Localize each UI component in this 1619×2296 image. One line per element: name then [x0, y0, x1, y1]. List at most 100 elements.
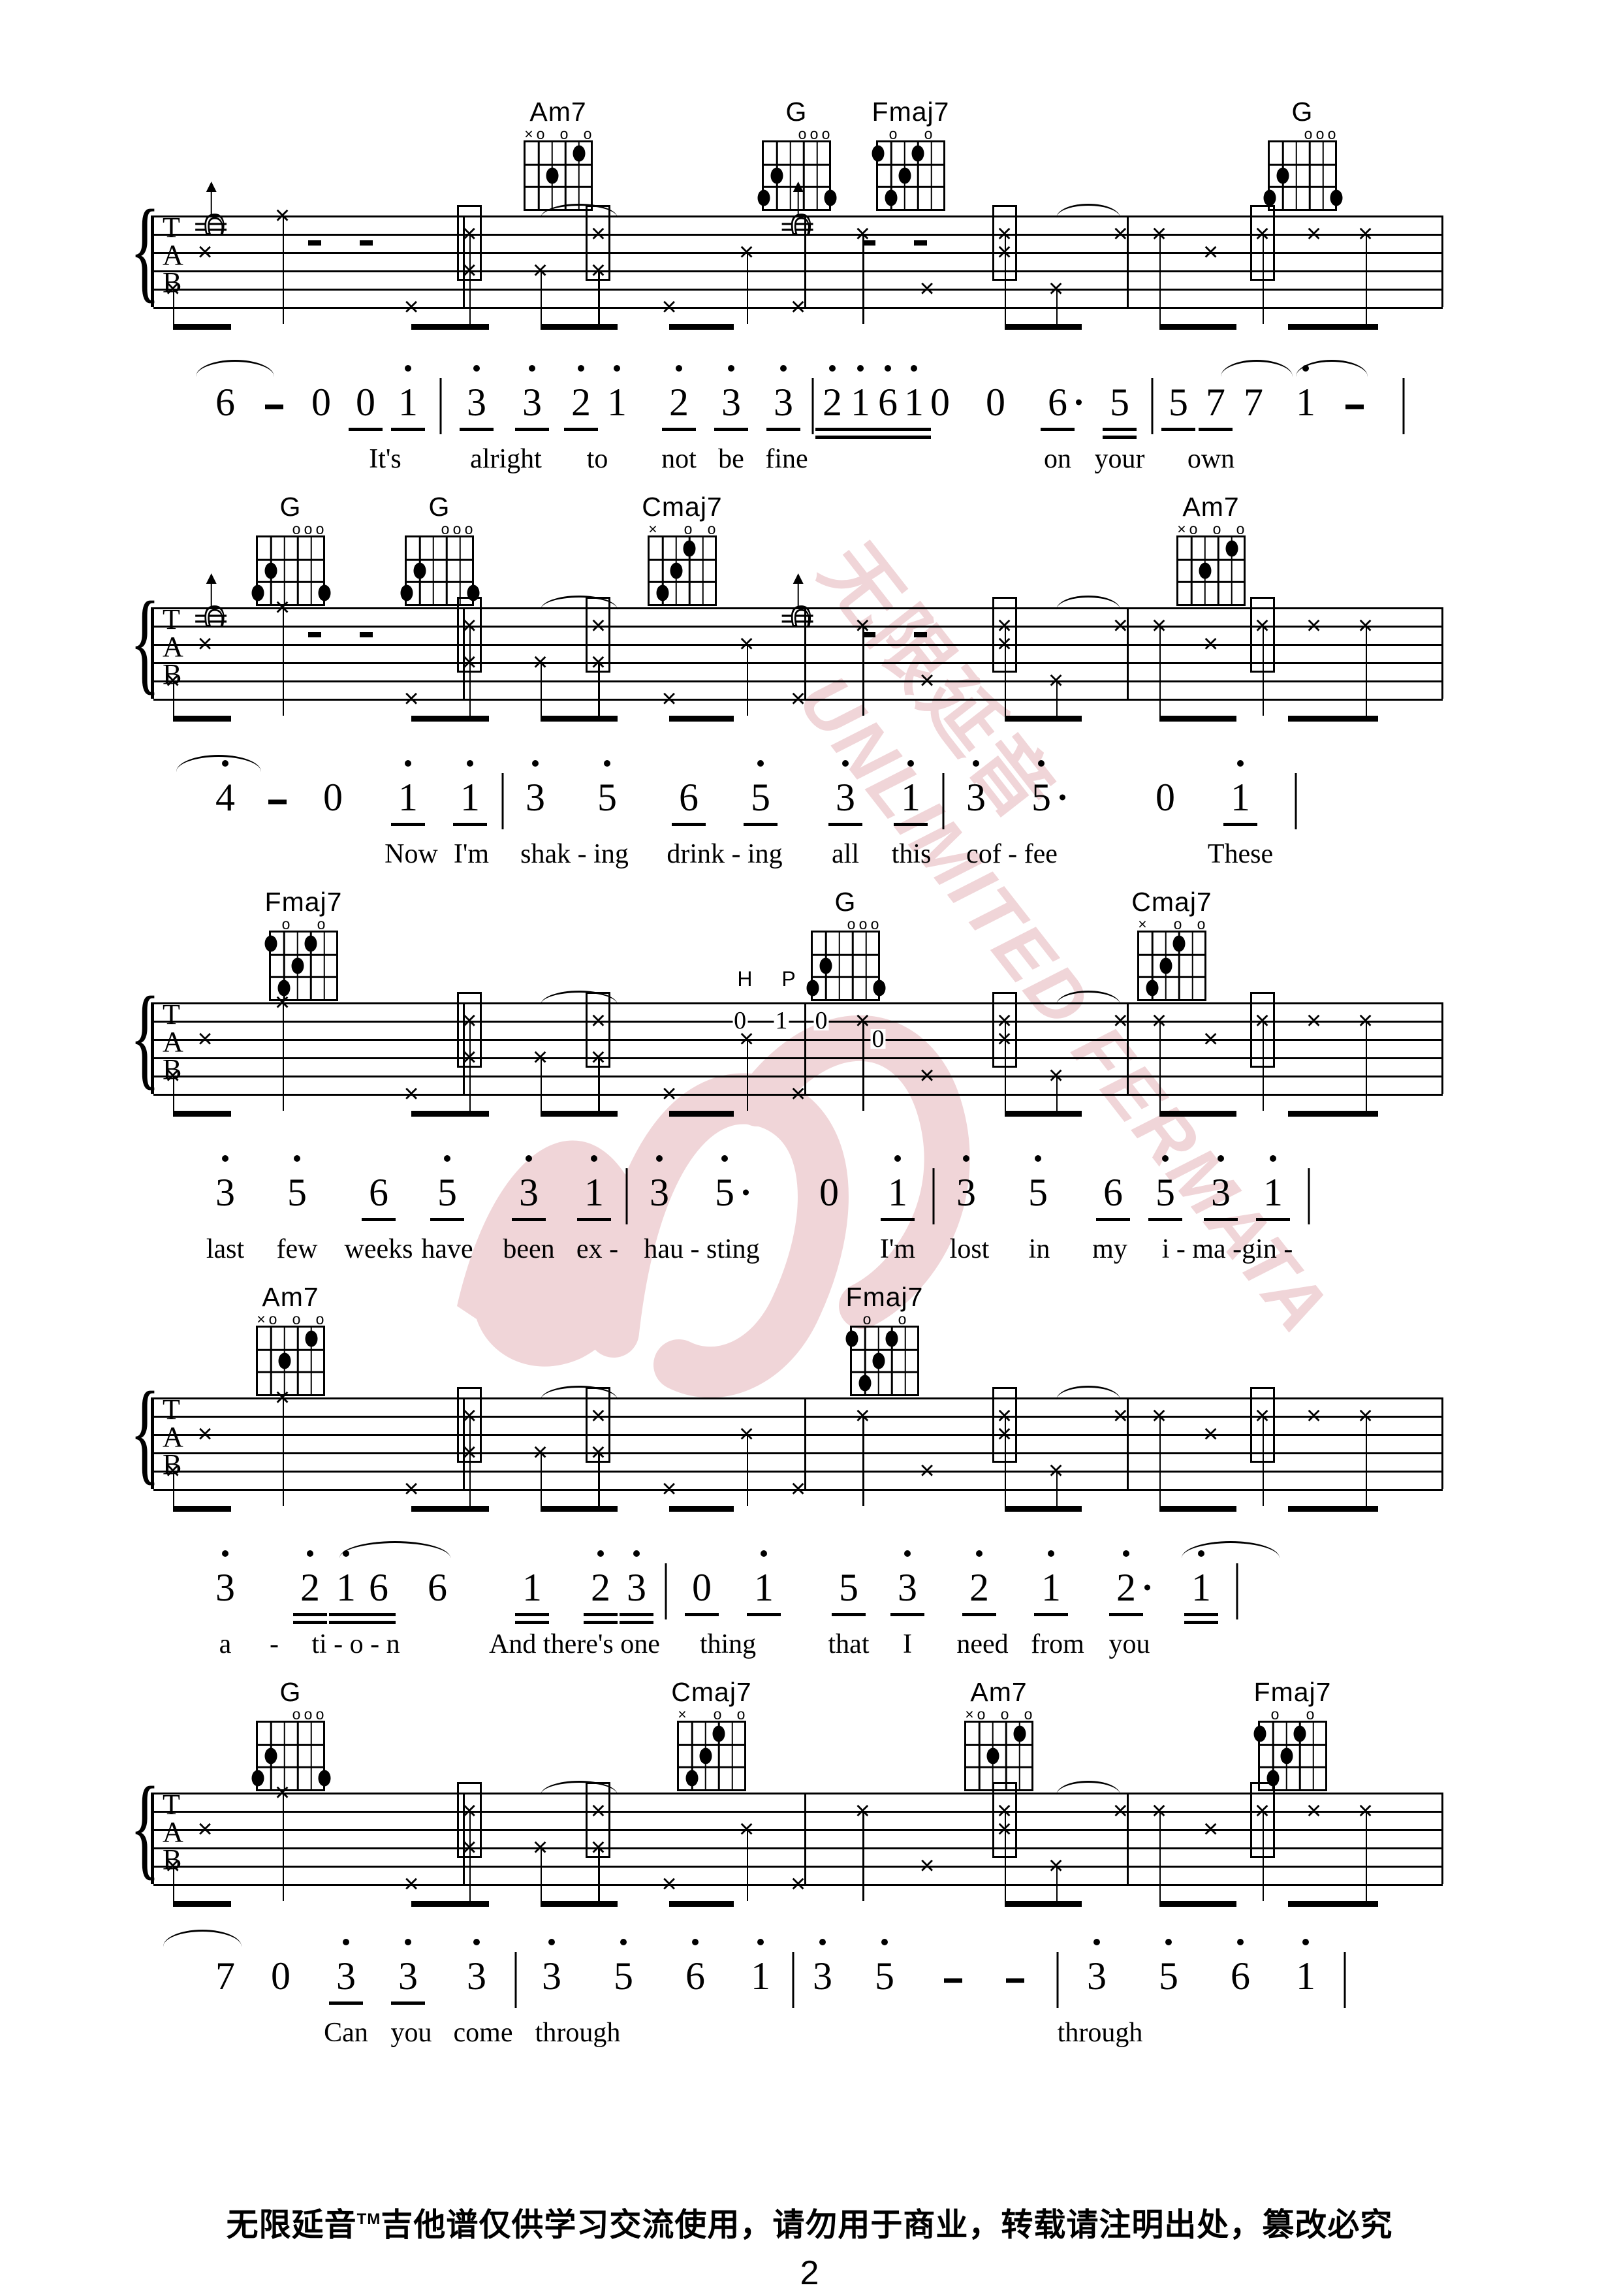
lyric-text: in [1028, 1234, 1050, 1264]
lyric-text: through [1057, 2018, 1143, 2048]
jianpu-beam-underline [620, 1621, 653, 1624]
jianpu-note: 7 [215, 1956, 235, 1996]
jianpu-note-number: 0 [356, 381, 375, 424]
chord-fretboard-grid [872, 140, 945, 211]
lyric-text: shak - ing [520, 839, 629, 869]
note-stem [746, 644, 749, 716]
jianpu-note: 6 [1048, 382, 1082, 423]
jianpu-note-number: 2 [969, 1550, 989, 1608]
chord-finger-dot [1263, 189, 1276, 206]
chord-diagram-g[interactable]: Gooo [1260, 98, 1345, 211]
note-stem [746, 1039, 749, 1111]
chord-name-label: Am7 [529, 97, 587, 127]
jianpu-beam-underline [890, 1613, 924, 1616]
chord-diagram-am7[interactable]: Am7 × o o o [248, 1283, 333, 1396]
note-stem [746, 1829, 749, 1901]
open-string-marker-icon: o [1173, 916, 1182, 933]
chord-diagram-g[interactable]: Gooo [754, 98, 839, 211]
chord-diagram-g[interactable]: Gooo [248, 1678, 333, 1791]
jianpu-note-number: 5 [1028, 1155, 1048, 1213]
chord-diagram-cmaj7[interactable]: Cmaj7 × o o [669, 1678, 754, 1791]
lyric-text: I [903, 1629, 912, 1659]
jianpu-sustain-dash [1006, 1978, 1024, 1983]
chord-fretboard-grid [648, 535, 717, 606]
lyric-text: drink - ing [667, 839, 783, 869]
jianpu-beam-underline [1223, 823, 1257, 826]
rest-dash [359, 632, 373, 637]
mute-marker-icon: × [257, 1311, 266, 1328]
jianpu-note: 1 [888, 1155, 907, 1213]
chord-diagram-cmaj7[interactable]: Cmaj7 × o o [640, 493, 725, 606]
chord-diagram-g[interactable]: Gooo [397, 493, 482, 606]
jianpu-beam-underline [747, 1613, 781, 1616]
jianpu-beam-underline [1096, 1218, 1130, 1221]
open-string-marker-icon: o [870, 916, 879, 933]
open-string-marker-icon: o [315, 1706, 324, 1723]
note-beam [411, 716, 489, 722]
note-beam [540, 1111, 618, 1117]
octave-up-dot [591, 1155, 597, 1162]
note-stem [1365, 1416, 1368, 1506]
chord-diagram-g[interactable]: Gooo [803, 888, 888, 1001]
chord-finger-dot [1199, 562, 1212, 579]
chord-fretboard-grid [677, 1721, 746, 1791]
chord-diagram-fmaj7[interactable]: Fmaj7 o o [842, 1283, 927, 1396]
jianpu-note-number: 5 [1110, 381, 1129, 424]
jianpu-note: 3 [956, 1155, 976, 1213]
tab-mute-x-mark: × [1202, 630, 1219, 658]
lyric-text: be [718, 444, 744, 474]
rest-dash [862, 632, 876, 637]
chord-strum-box [456, 1387, 482, 1463]
chord-fretboard-grid [964, 1721, 1033, 1791]
chord-diagram-am7[interactable]: Am7 × o o o [956, 1678, 1041, 1791]
open-string-marker-icon: o [821, 125, 830, 142]
jianpu-note: 3 [519, 1155, 539, 1213]
open-string-marker-icon: o [1212, 520, 1221, 537]
tab-mute-x-mark: × [197, 1420, 213, 1448]
chord-diagram-g[interactable]: Gooo [248, 493, 333, 606]
chord-diagram-cmaj7[interactable]: Cmaj7 × o o [1129, 888, 1214, 1001]
chord-diagram-fmaj7[interactable]: Fmaj7 o o [261, 888, 346, 1001]
jianpu-note-number: 3 [836, 760, 855, 818]
open-string-marker-icon: o [736, 1706, 746, 1723]
hammer-pull-label: H P [737, 967, 808, 991]
open-string-marker-icon: o [810, 125, 819, 142]
chord-name-label: Cmaj7 [671, 1677, 752, 1707]
octave-up-dot [911, 365, 917, 372]
tab-mute-x-mark: × [661, 1870, 677, 1898]
jianpu-note: 3 [522, 365, 542, 423]
chord-diagram-am7[interactable]: Am7 × o o o [516, 98, 601, 211]
fretboard-string-line [1295, 142, 1298, 209]
octave-up-dot [307, 1550, 313, 1557]
lyric-text: all [832, 839, 859, 869]
fret-number: 0 [813, 1007, 829, 1034]
jianpu-beam-underline [662, 428, 696, 431]
note-stem [282, 215, 285, 324]
rest-dash [914, 632, 928, 637]
jianpu-note-number: 5 [437, 1155, 457, 1213]
chord-open-mute-markers: × o o o [1176, 520, 1246, 537]
open-string-marker-icon: o [559, 125, 569, 142]
note-stem [172, 1471, 175, 1506]
chord-finger-dot [1276, 167, 1289, 184]
chord-finger-dot [573, 145, 586, 162]
jianpu-barline [514, 1952, 517, 2008]
phrase-slur [196, 360, 274, 377]
chord-fretboard-grid [1137, 931, 1206, 1001]
lyric-text: lost [949, 1234, 990, 1264]
chord-diagram-fmaj7[interactable]: Fmaj7 o o [1250, 1678, 1335, 1791]
fretboard-fret-line [258, 1348, 323, 1351]
octave-up-dot [597, 1550, 604, 1557]
jianpu-note: 3 [774, 365, 793, 423]
fretboard-string-line [789, 142, 792, 209]
chord-diagram-fmaj7[interactable]: Fmaj7 o o [868, 98, 953, 211]
lyric-text: on [1044, 444, 1071, 474]
chord-diagram-am7[interactable]: Am7 × o o o [1169, 493, 1253, 606]
chord-name-label: G [279, 1677, 302, 1707]
fretboard-fret-line [679, 1744, 744, 1746]
fretboard-string-line [702, 537, 704, 604]
lyric-text: Can [324, 2018, 368, 2048]
jianpu-note: 3 [813, 1939, 832, 1996]
jianpu-barline [439, 378, 442, 434]
jianpu-beam-underline [714, 428, 748, 431]
